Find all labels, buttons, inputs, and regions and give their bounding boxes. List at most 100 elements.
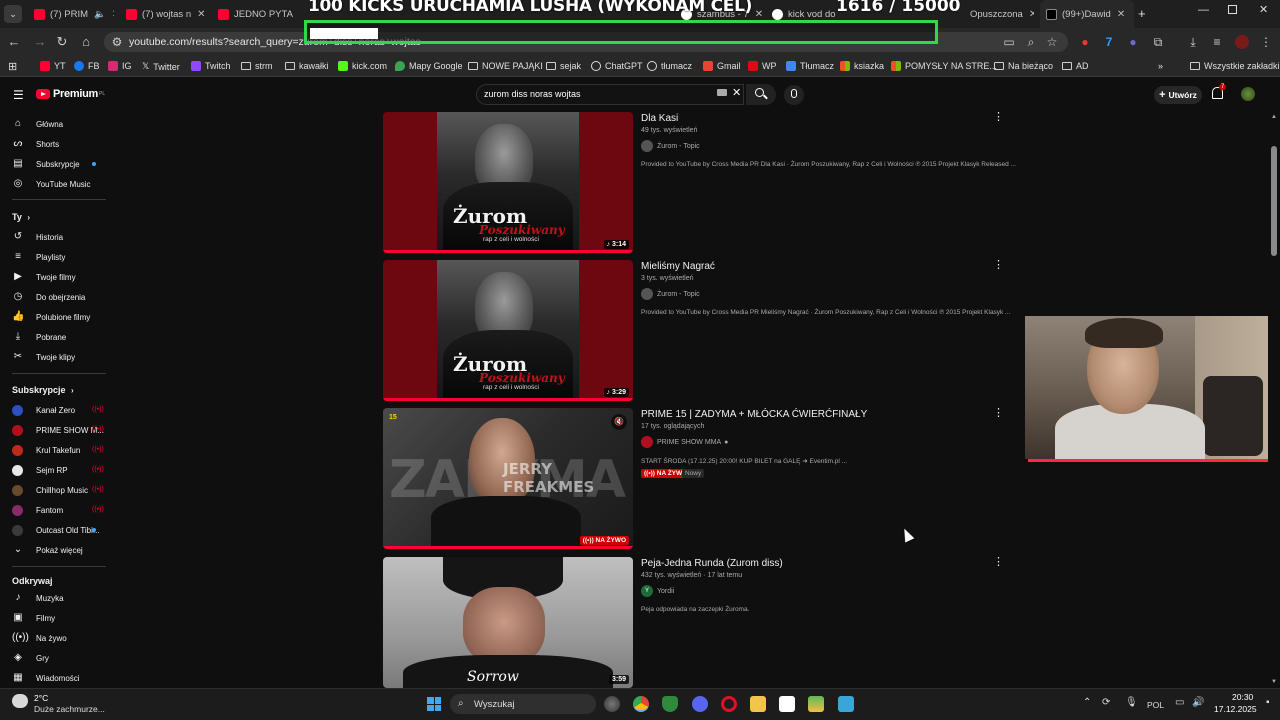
account-avatar[interactable] — [1241, 87, 1255, 101]
sidebar-item-news[interactable]: ▦ Wiadomości — [0, 669, 110, 687]
bookmarks-overflow-icon[interactable]: » — [1158, 61, 1163, 71]
menu-icon[interactable]: ⋮ — [1259, 35, 1273, 49]
weather-description[interactable]: Duże zachmurze... — [34, 704, 105, 714]
site-info-icon[interactable]: ⚙ — [110, 35, 124, 49]
app-icon-capcut[interactable] — [779, 696, 795, 712]
more-options-icon[interactable]: ⋮ — [993, 112, 1004, 123]
app-icon-discord[interactable] — [692, 696, 708, 712]
tray-sync-icon[interactable]: ⟳ — [1102, 697, 1110, 708]
bookmark-pomysly[interactable]: POMYSŁY NA STRE... — [891, 61, 997, 71]
extensions-puzzle-icon[interactable]: ⧉ — [1151, 35, 1165, 49]
taskbar-search[interactable]: ⌕ Wyszukaj — [450, 694, 596, 714]
home-icon[interactable]: ⌂ — [78, 34, 94, 50]
video-title[interactable]: Dla Kasi — [641, 113, 678, 124]
forward-icon[interactable]: → — [32, 34, 48, 50]
bookmark-kawalki[interactable]: kawałki — [285, 61, 329, 71]
sidebar-item-clips[interactable]: ✂ Twoje klipy — [0, 348, 110, 366]
notification-center-icon[interactable]: ▪ — [1266, 697, 1270, 708]
keyboard-icon[interactable] — [717, 89, 727, 96]
sidebar-item-music-explore[interactable]: ♪ Muzyka — [0, 589, 110, 607]
bookmark-ksiazka[interactable]: ksiazka — [840, 61, 884, 71]
weather-cloud-icon[interactable] — [12, 694, 28, 708]
scroll-down-arrow-icon[interactable]: ▼ — [1271, 679, 1277, 685]
sidebar-sub-channel[interactable]: Fantom ((•)) — [0, 501, 110, 519]
start-button[interactable] — [427, 697, 441, 711]
sidebar-item-shorts[interactable]: ᔕ Shorts — [0, 135, 110, 153]
bookmark-ig[interactable]: IG — [108, 61, 132, 71]
search-result[interactable]: Sorrow 3:59 Peja-Jedna Runda (Zurom diss… — [383, 557, 1004, 688]
clear-search-icon[interactable]: ✕ — [732, 86, 741, 99]
zoom-icon[interactable]: ⌕ — [1024, 35, 1038, 49]
tray-overflow-icon[interactable]: ⌃ — [1083, 697, 1091, 708]
tray-mic-icon[interactable]: 🎙 — [1125, 697, 1138, 708]
sidebar-item-history[interactable]: ↺ Historia — [0, 228, 110, 246]
scroll-up-arrow-icon[interactable]: ▲ — [1271, 114, 1277, 120]
app-icon-opera[interactable] — [721, 696, 737, 712]
youtube-logo[interactable]: Premium PL — [36, 88, 105, 100]
browser-tab[interactable]: (7) PRIM 🔈 ✕ — [34, 4, 114, 24]
bookmark-ad[interactable]: AD — [1062, 61, 1089, 71]
video-thumbnail[interactable]: Żurom Poszukiwany rap z celi i wolności … — [383, 112, 633, 253]
search-result[interactable]: ZADYMA JERRY FREAKMES 15 🔇 ((•)) NA ŻYWO… — [383, 408, 1004, 549]
bookmark-gmail[interactable]: Gmail — [703, 61, 741, 71]
app-icon-chrome[interactable] — [633, 696, 649, 712]
video-thumbnail[interactable]: ZADYMA JERRY FREAKMES 15 🔇 ((•)) NA ŻYWO — [383, 408, 633, 549]
bookmark-sejak[interactable]: sejak — [546, 61, 581, 71]
sidebar-sub-channel[interactable]: PRIME SHOW M... ((•)) — [0, 421, 110, 439]
scrollbar-thumb[interactable] — [1271, 146, 1277, 256]
app-icon-notepad[interactable] — [838, 696, 854, 712]
minimize-button[interactable]: — — [1198, 4, 1209, 16]
sidebar-item-downloads[interactable]: ⤓ Pobrane — [0, 328, 110, 346]
more-options-icon[interactable]: ⋮ — [993, 260, 1004, 271]
sidebar-sub-channel[interactable]: Krul Takefun ((•)) — [0, 441, 110, 459]
apps-grid-icon[interactable]: ⊞ — [8, 60, 17, 73]
video-title[interactable]: PRIME 15 | ZADYMA + MŁÓCKA ĆWIERĆFINAŁY — [641, 409, 867, 420]
bookmark-wp[interactable]: WP — [748, 61, 777, 71]
search-result[interactable]: Żurom Poszukiwany rap z celi i wolności … — [383, 260, 1011, 401]
sidebar-item-films[interactable]: ▣ Filmy — [0, 609, 110, 627]
bookmark-na-biezaco[interactable]: Na bieżąco — [994, 61, 1053, 71]
video-title[interactable]: Mieliśmy Nagrać — [641, 261, 715, 272]
extension-icon[interactable]: 7 — [1102, 35, 1116, 49]
bookmark-fb[interactable]: FB — [74, 61, 100, 71]
close-tab-icon[interactable]: ✕ — [197, 9, 205, 20]
channel-link[interactable]: Żurom - Topic — [641, 140, 700, 152]
bookmark-chatgpt[interactable]: ChatGPT — [591, 61, 643, 71]
video-title[interactable]: Peja-Jedna Runda (Zurom diss) — [641, 558, 783, 569]
bookmark-star-icon[interactable]: ☆ — [1045, 35, 1059, 49]
sidebar-item-home[interactable]: ⌂ Główna — [0, 115, 110, 133]
back-icon[interactable]: ← — [6, 34, 22, 50]
extension-icon[interactable]: ● — [1126, 35, 1140, 49]
search-input[interactable]: zurom diss noras wojtas — [484, 89, 581, 99]
close-tab-icon[interactable]: ✕ — [755, 9, 763, 20]
sidebar-subs-heading[interactable]: Subskrypcje › — [12, 385, 74, 395]
app-icon-obs[interactable] — [604, 696, 620, 712]
close-window-button[interactable]: ✕ — [1259, 3, 1268, 16]
sidebar-item-live[interactable]: ((•)) Na żywo — [0, 629, 110, 647]
mute-icon[interactable]: 🔈 — [94, 9, 106, 20]
maximize-button[interactable] — [1228, 5, 1237, 14]
bookmark-all[interactable]: Wszystkie zakładki — [1190, 61, 1280, 71]
voice-search-button[interactable] — [784, 85, 804, 105]
search-button[interactable] — [746, 84, 776, 105]
channel-link[interactable]: Żurom - Topic — [641, 288, 700, 300]
sidebar-sub-channel[interactable]: Outcast Old Tibi... — [0, 521, 110, 539]
sidebar-item-playlists[interactable]: ≡ Playlisty — [0, 248, 110, 266]
tab-search-button[interactable]: ⌄ — [4, 5, 22, 23]
close-tab-icon[interactable]: ✕ — [1029, 9, 1034, 20]
more-options-icon[interactable]: ⋮ — [993, 557, 1004, 568]
search-result[interactable]: Żurom Poszukiwany rap z celi i wolności … — [383, 112, 1016, 253]
download-icon[interactable]: ⤓ — [1186, 35, 1200, 49]
language-indicator[interactable]: POL — [1147, 700, 1164, 710]
close-tab-icon[interactable]: ✕ — [112, 9, 114, 20]
more-options-icon[interactable]: ⋮ — [993, 408, 1004, 419]
extension-icon[interactable]: ● — [1078, 35, 1092, 49]
new-tab-button[interactable]: + — [1138, 6, 1146, 21]
sidebar-show-more[interactable]: ⌄ Pokaż więcej — [0, 541, 110, 559]
bookmark-kick[interactable]: kick.com — [338, 61, 387, 71]
mute-icon[interactable]: 🔇 — [611, 414, 627, 430]
media-icon[interactable]: ≡ — [1210, 35, 1224, 49]
sidebar-sub-channel[interactable]: Sejm RP ((•)) — [0, 461, 110, 479]
bookmark-tlumacz[interactable]: tłumacz — [647, 61, 692, 71]
sidebar-item-your-videos[interactable]: ▶ Twoje filmy — [0, 268, 110, 286]
